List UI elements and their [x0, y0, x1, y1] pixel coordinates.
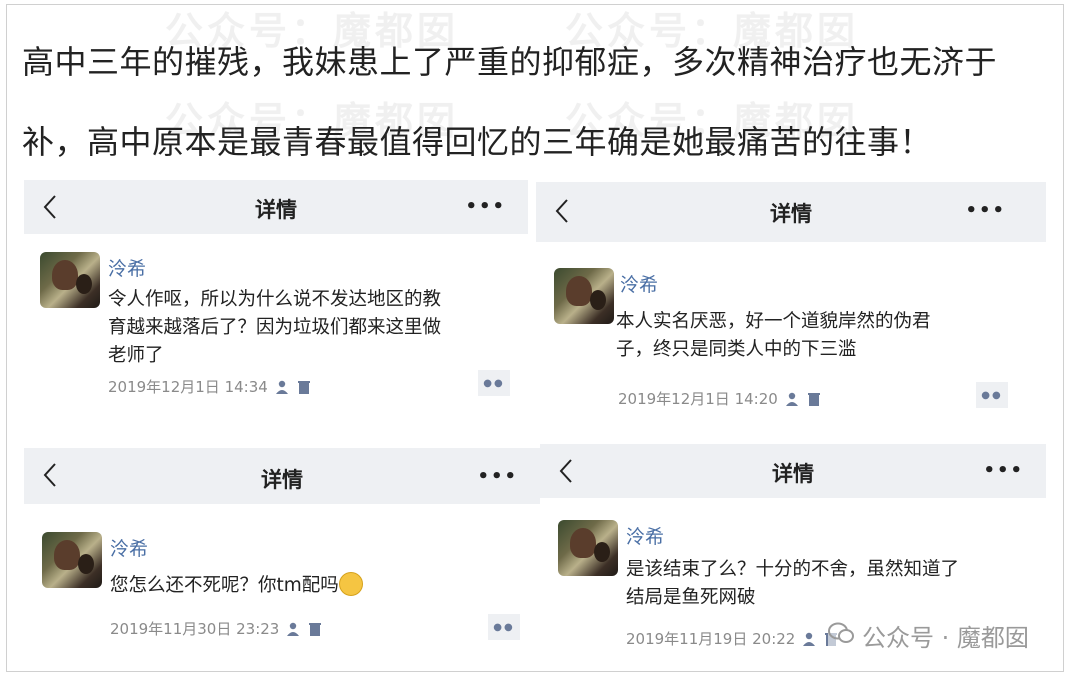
more-icon[interactable]: •••	[965, 202, 1006, 220]
detail-header: 详情 •••	[24, 448, 540, 504]
trash-icon[interactable]	[296, 379, 312, 395]
comment-line: 老师了	[108, 345, 164, 366]
comment-line: 育越来越落后了？因为垃圾们都来这里做	[108, 317, 442, 338]
person-icon[interactable]	[801, 631, 817, 647]
comment-line: 结局是鱼死网破	[626, 587, 756, 608]
avatar[interactable]	[558, 520, 618, 576]
person-icon[interactable]	[784, 391, 800, 407]
more-actions-button[interactable]: ●●	[478, 370, 510, 396]
timestamp: 2019年12月1日 14:34	[108, 378, 268, 396]
more-actions-button[interactable]: ●●	[976, 382, 1008, 408]
comment-meta: 2019年11月30日 23:23	[110, 618, 323, 639]
trash-icon[interactable]	[307, 621, 323, 637]
grin-emoji-icon	[338, 572, 363, 596]
username[interactable]: 泠希	[108, 254, 146, 281]
comment-line: 您怎么还不死呢？你tm配吗	[110, 575, 339, 596]
username[interactable]: 泠希	[626, 522, 664, 549]
timestamp: 2019年12月1日 14:20	[618, 390, 778, 408]
comment-meta: 2019年12月1日 14:20	[618, 388, 822, 409]
detail-header: 详情 •••	[24, 180, 528, 234]
caption-line-2: 补，高中原本是最青春最值得回忆的三年确是她最痛苦的往事！	[22, 123, 933, 161]
detail-header: 详情 •••	[540, 444, 1046, 498]
detail-header: 详情 •••	[536, 182, 1046, 242]
caption-line-1: 高中三年的摧残，我妹患上了严重的抑郁症，多次精神治疗也无济于	[22, 43, 998, 81]
person-icon[interactable]	[285, 621, 301, 637]
comment-text: 本人实名厌恶，好一个道貌岸然的伪君 子，终只是同类人中的下三滥	[616, 308, 931, 364]
comment-panel: 详情 ••• 泠希 令人作呕，所以为什么说不发达地区的教 育越来越落后了？因为垃…	[24, 180, 528, 420]
avatar[interactable]	[554, 268, 614, 324]
comment-line: 是该结束了么？十分的不舍，虽然知道了	[626, 559, 960, 580]
comment-line: 本人实名厌恶，好一个道貌岸然的伪君	[616, 311, 931, 332]
account-brand: 公众号 · 魔都囡	[828, 618, 1029, 653]
header-title: 详情	[772, 462, 814, 486]
timestamp: 2019年11月19日 20:22	[626, 630, 796, 648]
comment-meta: 2019年12月1日 14:34	[108, 376, 312, 397]
comment-line: 子，终只是同类人中的下三滥	[616, 339, 857, 360]
more-icon[interactable]: •••	[983, 462, 1024, 480]
wechat-icon	[828, 622, 854, 650]
person-icon[interactable]	[274, 379, 290, 395]
avatar[interactable]	[40, 252, 100, 308]
username[interactable]: 泠希	[110, 534, 148, 561]
avatar[interactable]	[42, 532, 102, 588]
header-title: 详情	[255, 198, 297, 222]
brand-label: 公众号 · 魔都囡	[862, 624, 1029, 652]
post-caption: 高中三年的摧残，我妹患上了严重的抑郁症，多次精神治疗也无济于 补，高中原本是最青…	[22, 22, 1062, 182]
more-actions-button[interactable]: ●●	[488, 614, 520, 640]
more-icon[interactable]: •••	[477, 468, 518, 486]
comment-line-wrap: 您怎么还不死呢？你tm配吗	[110, 572, 363, 600]
comment-meta: 2019年11月19日 20:22	[626, 628, 839, 649]
comment-text: 令人作呕，所以为什么说不发达地区的教 育越来越落后了？因为垃圾们都来这里做 老师…	[108, 286, 441, 370]
timestamp: 2019年11月30日 23:23	[110, 620, 280, 638]
comment-text: 您怎么还不死呢？你tm配吗	[110, 572, 363, 600]
comment-line: 令人作呕，所以为什么说不发达地区的教	[108, 289, 442, 310]
username[interactable]: 泠希	[620, 270, 658, 297]
comment-text: 是该结束了么？十分的不舍，虽然知道了 结局是鱼死网破	[626, 556, 959, 612]
header-title: 详情	[261, 468, 303, 492]
comment-panel: 详情 ••• 泠希 您怎么还不死呢？你tm配吗 2019年11月30日 23:2…	[24, 448, 540, 662]
comment-panel: 详情 ••• 泠希 本人实名厌恶，好一个道貌岸然的伪君 子，终只是同类人中的下三…	[536, 182, 1046, 422]
trash-icon[interactable]	[806, 391, 822, 407]
more-icon[interactable]: •••	[465, 198, 506, 216]
